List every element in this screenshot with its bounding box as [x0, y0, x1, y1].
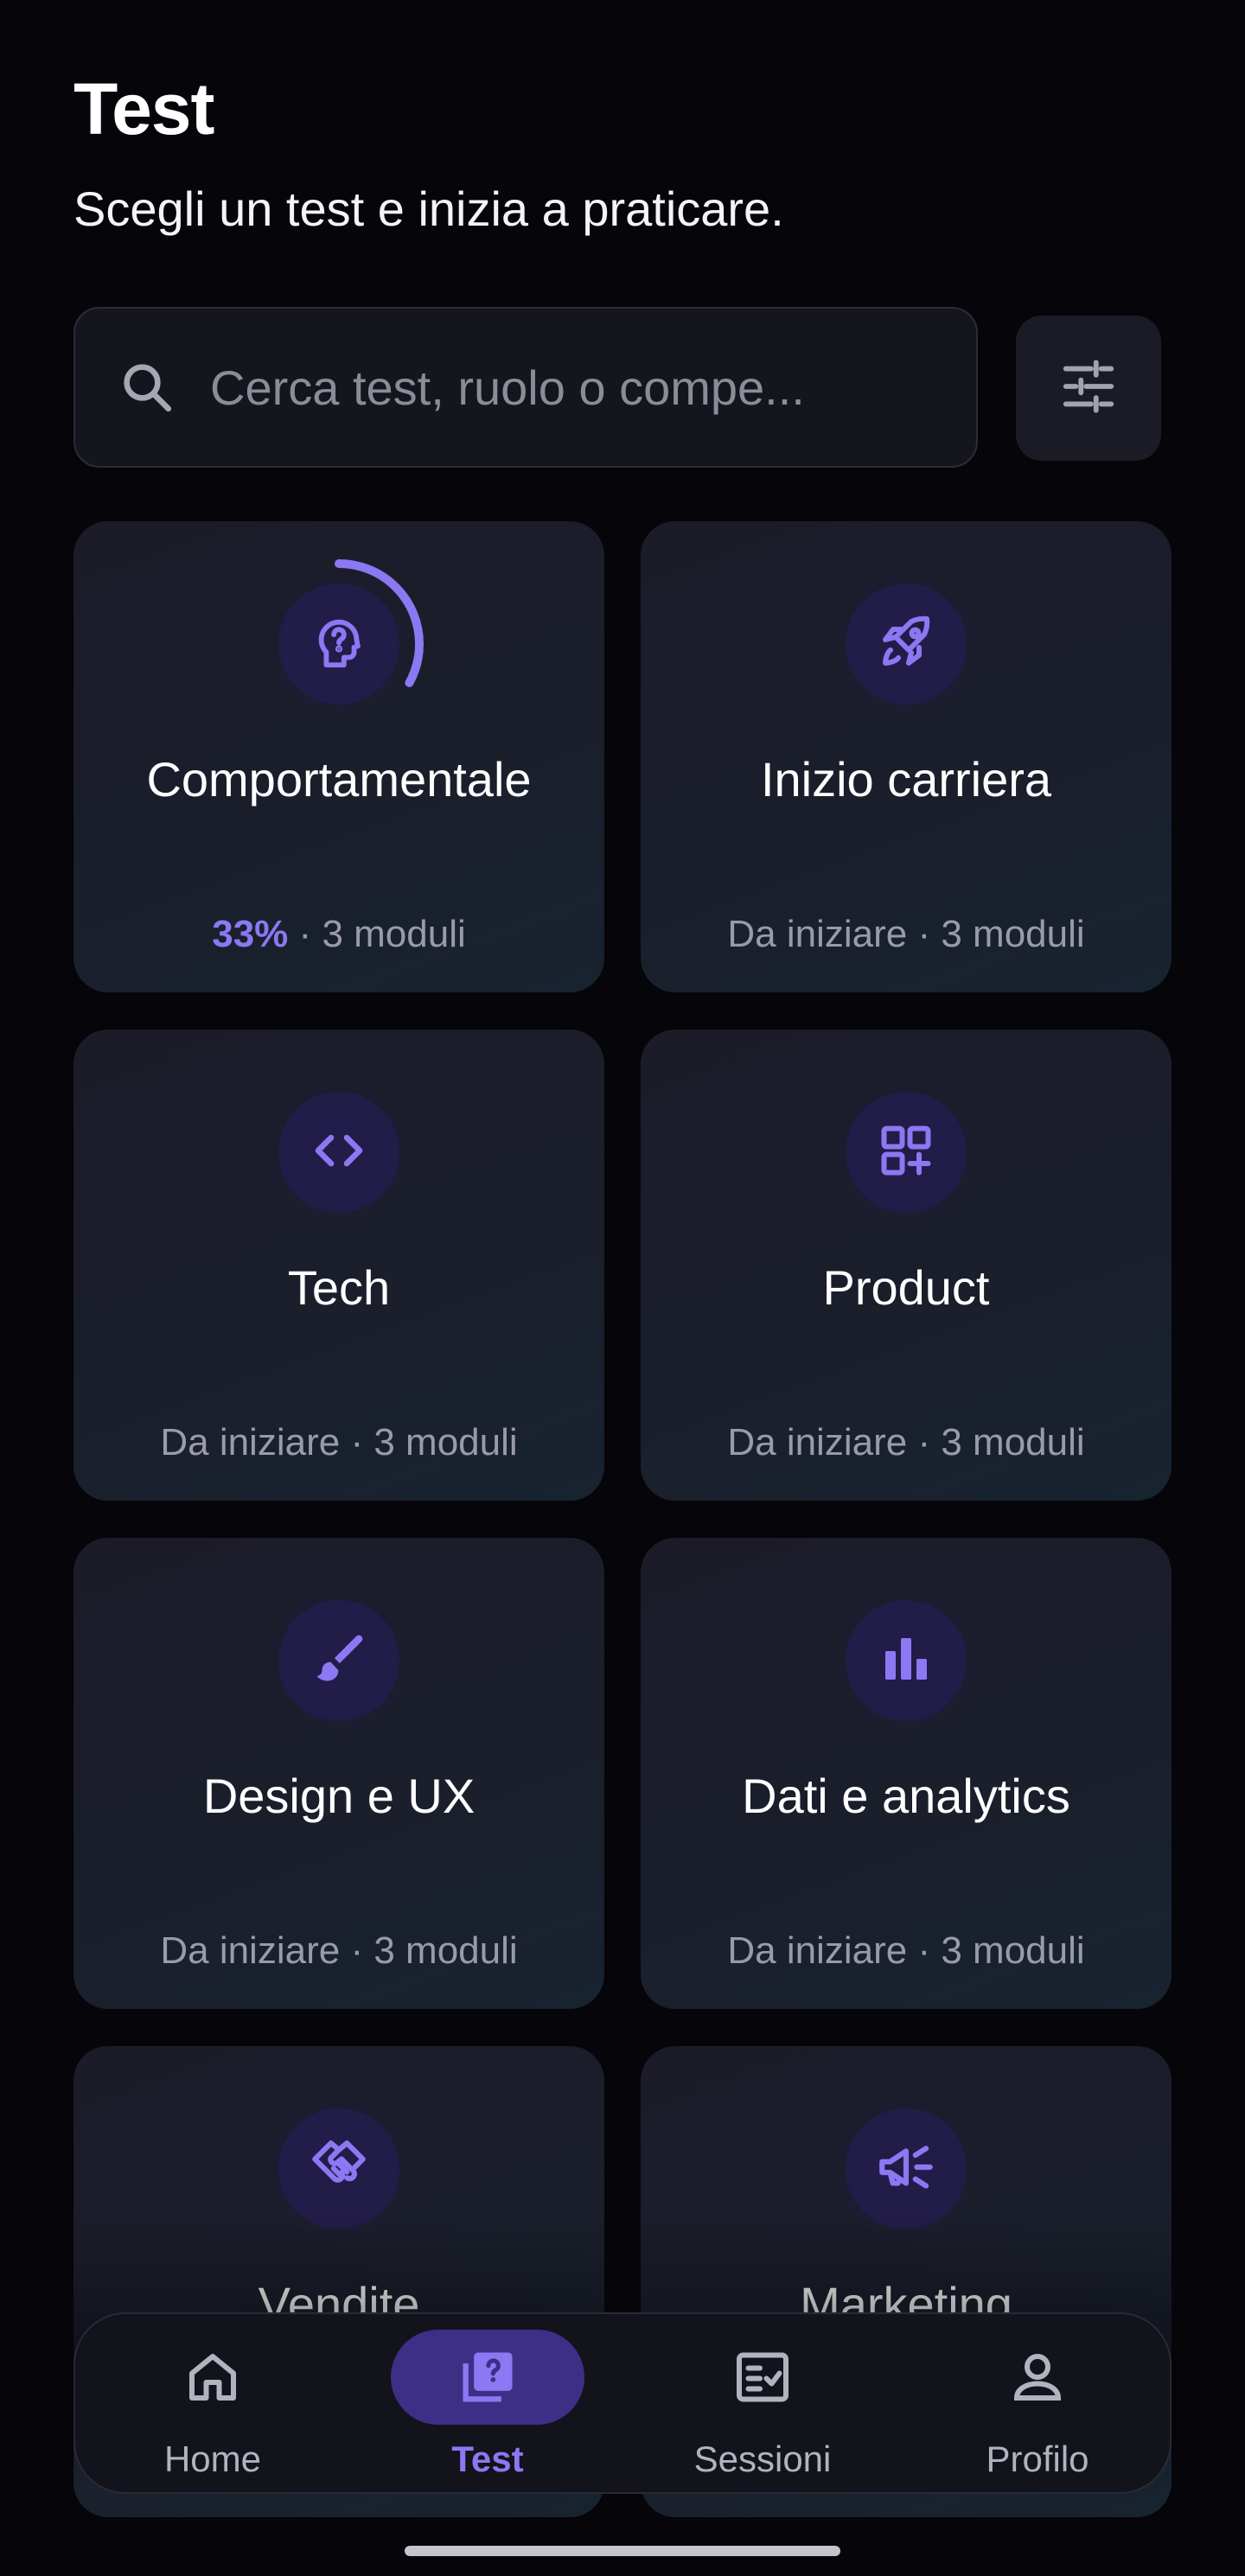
handshake-icon [307, 2135, 371, 2203]
card-meta: Da iniziare · 3 moduli [641, 1417, 1172, 1469]
card-icon [278, 1092, 399, 1213]
status-text: Da iniziare [160, 1929, 341, 1972]
search-box[interactable] [73, 307, 978, 468]
card-meta: Da iniziare · 3 moduli [641, 1925, 1172, 1977]
module-count: 3 moduli [941, 913, 1085, 955]
bottom-nav: Home Test Sessioni Profilo [73, 2312, 1172, 2494]
card-icon [846, 2108, 967, 2229]
card-title: Product [822, 1260, 990, 1315]
brush-icon [308, 1628, 370, 1694]
card-title: Inizio carriera [760, 752, 1052, 807]
test-card-inizio-carriera[interactable]: Inizio carriera Da iniziare · 3 moduli [641, 521, 1172, 992]
progress-percent: 33% [212, 913, 289, 955]
card-title: Comportamentale [146, 752, 532, 807]
test-card-tech[interactable]: Tech Da iniziare · 3 moduli [73, 1030, 604, 1501]
nav-label: Home [163, 2439, 262, 2479]
card-meta: Da iniziare · 3 moduli [73, 1925, 604, 1977]
status-text: Da iniziare [160, 1421, 341, 1463]
bar-chart-icon [875, 1628, 937, 1694]
card-title: Design e UX [202, 1769, 476, 1823]
search-input[interactable] [210, 359, 942, 416]
nav-item-profilo[interactable]: Profilo [900, 2314, 1175, 2496]
meta-separator: · [917, 1929, 931, 1972]
status-text: Da iniziare [727, 913, 908, 955]
header: Test Scegli un test e inizia a praticare… [73, 61, 784, 242]
module-count: 3 moduli [322, 913, 466, 955]
sliders-icon [1058, 356, 1119, 421]
card-icon [846, 1092, 967, 1213]
status-text: Da iniziare [727, 1421, 908, 1463]
meta-separator: · [298, 913, 312, 955]
module-count: 3 moduli [941, 1421, 1085, 1463]
search-icon [115, 355, 179, 419]
module-count: 3 moduli [374, 1421, 518, 1463]
card-title: Tech [287, 1260, 391, 1315]
card-icon [846, 583, 967, 705]
test-card-dati-analytics[interactable]: Dati e analytics Da iniziare · 3 moduli [641, 1538, 1172, 2009]
card-meta: Da iniziare · 3 moduli [73, 1417, 604, 1469]
card-icon [278, 2108, 399, 2229]
filter-button[interactable] [1016, 316, 1161, 461]
module-count: 3 moduli [941, 1929, 1085, 1972]
nav-item-home[interactable]: Home [75, 2314, 350, 2496]
nav-item-sessioni[interactable]: Sessioni [625, 2314, 900, 2496]
page-title: Test [73, 68, 214, 150]
nav-label: Test [451, 2439, 524, 2479]
nav-label: Profilo [986, 2439, 1089, 2479]
module-count: 3 moduli [374, 1929, 518, 1972]
nav-item-test[interactable]: Test [350, 2314, 625, 2496]
home-indicator [405, 2546, 840, 2556]
card-meta: Da iniziare · 3 moduli [641, 909, 1172, 960]
card-meta: 33% · 3 moduli [73, 909, 604, 960]
home-icon [179, 2343, 246, 2411]
nav-label: Sessioni [693, 2439, 832, 2479]
meta-separator: · [917, 913, 931, 955]
card-icon [278, 583, 399, 705]
quiz-icon [454, 2343, 521, 2411]
grid-plus-icon [875, 1119, 937, 1186]
test-card-design-ux[interactable]: Design e UX Da iniziare · 3 moduli [73, 1538, 604, 2009]
status-text: Da iniziare [727, 1929, 908, 1972]
person-icon [1004, 2343, 1071, 2411]
search-row [73, 307, 1161, 469]
page-subtitle: Scegli un test e inizia a praticare. [73, 182, 784, 236]
meta-separator: · [917, 1421, 931, 1463]
head-question-icon [309, 612, 369, 677]
test-card-comportamentale[interactable]: Comportamentale 33% · 3 moduli [73, 521, 604, 992]
megaphone-icon [874, 2135, 938, 2203]
meta-separator: · [350, 1421, 364, 1463]
meta-separator: · [350, 1929, 364, 1972]
checklist-icon [729, 2343, 796, 2411]
card-title: Dati e analytics [742, 1769, 1070, 1823]
card-icon [278, 1600, 399, 1721]
test-card-product[interactable]: Product Da iniziare · 3 moduli [641, 1030, 1172, 1501]
card-icon [846, 1600, 967, 1721]
rocket-icon [875, 611, 937, 678]
code-icon [308, 1119, 370, 1186]
